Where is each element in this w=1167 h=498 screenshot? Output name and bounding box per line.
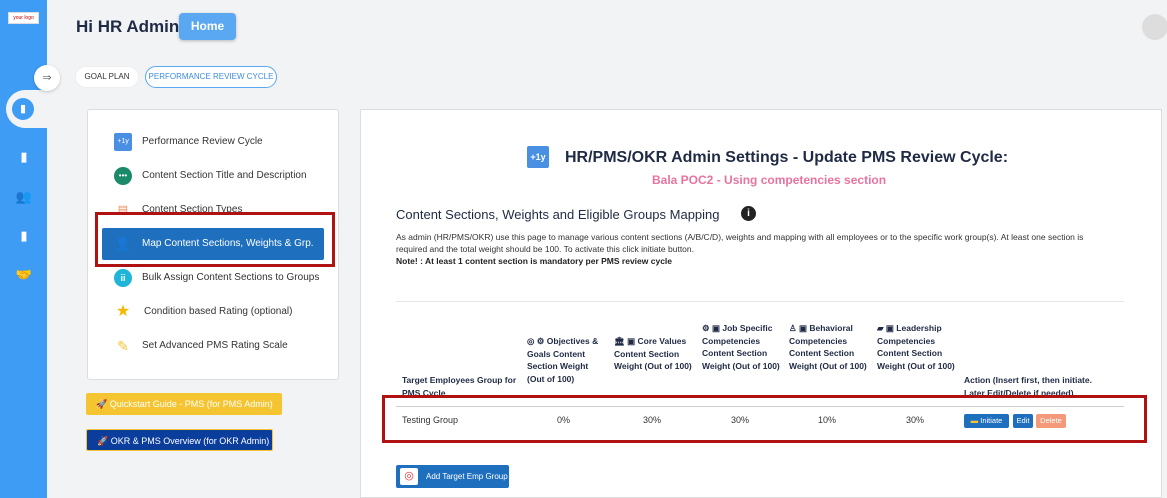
column-header-objectives: ◎ ⚙ Objectives & Goals Content Section W… xyxy=(527,335,607,398)
section-title: Content Sections, Weights and Eligible G… xyxy=(396,207,720,222)
greeting: Hi HR Admin xyxy=(76,17,180,36)
column-header-job-specific: ⚙ ▣ Job Specific Competencies Content Se… xyxy=(702,322,782,398)
book-icon[interactable]: ▮ xyxy=(14,148,34,166)
button-label: Add Target Emp Group xyxy=(426,472,508,481)
page-title: HR/PMS/OKR Admin Settings - Update PMS R… xyxy=(565,149,1009,166)
menu-item-content-section-title[interactable]: ••• Content Section Title and Descriptio… xyxy=(88,161,338,191)
ruler-icon: ✎ xyxy=(117,338,129,354)
column-header-behavioral: ♙ ▣ Behavioral Competencies Content Sect… xyxy=(789,322,869,398)
collapse-sidebar-button[interactable]: ⇒ xyxy=(34,65,60,91)
highlight-box xyxy=(382,395,1147,443)
button-label: Quickstart Guide - PMS (for PMS Admin) xyxy=(109,399,273,409)
divider xyxy=(396,301,1124,302)
book-icon[interactable]: ▮ xyxy=(14,227,34,245)
person-icon: ♙ ▣ xyxy=(789,323,810,333)
section-note: Note! : At least 1 content section is ma… xyxy=(396,256,673,266)
page-subtitle: Bala POC2 - Using competencies section xyxy=(652,173,887,187)
menu-item-performance-review-cycle[interactable]: +1y Performance Review Cycle xyxy=(88,127,338,157)
star-icon: ★ xyxy=(115,303,131,320)
section-description: As admin (HR/PMS/OKR) use this page to m… xyxy=(396,232,1084,254)
avatar[interactable] xyxy=(1142,14,1167,40)
column-header-leadership: ▰ ▣ Leadership Competencies Content Sect… xyxy=(877,322,957,398)
menu-item-label: Performance Review Cycle xyxy=(142,136,263,147)
menu-item-label: Set Advanced PMS Rating Scale xyxy=(142,340,288,351)
home-button[interactable]: Home xyxy=(179,13,236,40)
column-header-target-group: Target Employees Group for PMS Cycle xyxy=(402,322,517,398)
column-header-action: Action (Insert first, then initiate. Lat… xyxy=(964,322,1114,398)
tab-performance-review-cycle[interactable]: PERFORMANCE REVIEW CYCLE xyxy=(145,66,277,88)
menu-item-bulk-assign[interactable]: ⅲ Bulk Assign Content Sections to Groups xyxy=(88,263,338,293)
gear-icon: ⚙ ▣ xyxy=(702,323,723,333)
menu-item-label: Bulk Assign Content Sections to Groups xyxy=(142,272,320,283)
group-icon: ⅲ xyxy=(114,269,132,287)
target-icon: ◎ xyxy=(400,468,418,485)
rocket-icon: 🚀 xyxy=(97,436,111,446)
rail-item-active[interactable]: ▮ xyxy=(6,90,47,128)
menu-item-rating-scale[interactable]: ✎ Set Advanced PMS Rating Scale xyxy=(88,331,338,361)
okr-overview-button[interactable]: 🚀 OKR & PMS Overview (for OKR Admin) xyxy=(86,429,273,451)
users-icon[interactable]: 👥 xyxy=(14,188,34,206)
app-logo: your logo xyxy=(8,12,39,24)
tab-goal-plan[interactable]: GOAL PLAN xyxy=(75,66,139,88)
arrow-right-icon: ⇒ xyxy=(42,72,52,84)
info-icon[interactable]: i xyxy=(741,206,756,221)
button-label: OKR & PMS Overview (for OKR Admin) xyxy=(110,436,270,446)
quickstart-guide-button[interactable]: 🚀 Quickstart Guide - PMS (for PMS Admin) xyxy=(86,393,282,415)
menu-item-label: Condition based Rating (optional) xyxy=(144,306,293,317)
add-target-emp-group-button[interactable]: ◎ Add Target Emp Group xyxy=(396,465,509,488)
briefcase-icon: ▰ ▣ xyxy=(877,323,897,333)
calendar-icon: +1y xyxy=(527,146,549,168)
menu-item-label: Content Section Title and Description xyxy=(142,170,307,181)
rocket-icon: 🚀 xyxy=(96,399,110,409)
menu-item-condition-rating[interactable]: ★ Condition based Rating (optional) xyxy=(88,297,338,327)
chart-icon: ▮ xyxy=(12,98,34,120)
column-header-core-values: 🏛 ▣ Core Values Content Section Weight (… xyxy=(614,335,694,398)
calendar-icon: +1y xyxy=(114,133,132,151)
handshake-icon[interactable]: 🤝 xyxy=(14,266,34,284)
dots-icon: ••• xyxy=(114,167,132,185)
bank-icon: 🏛 ▣ xyxy=(614,336,638,346)
highlight-box xyxy=(95,212,335,267)
target-icon: ◎ ⚙ xyxy=(527,336,547,346)
